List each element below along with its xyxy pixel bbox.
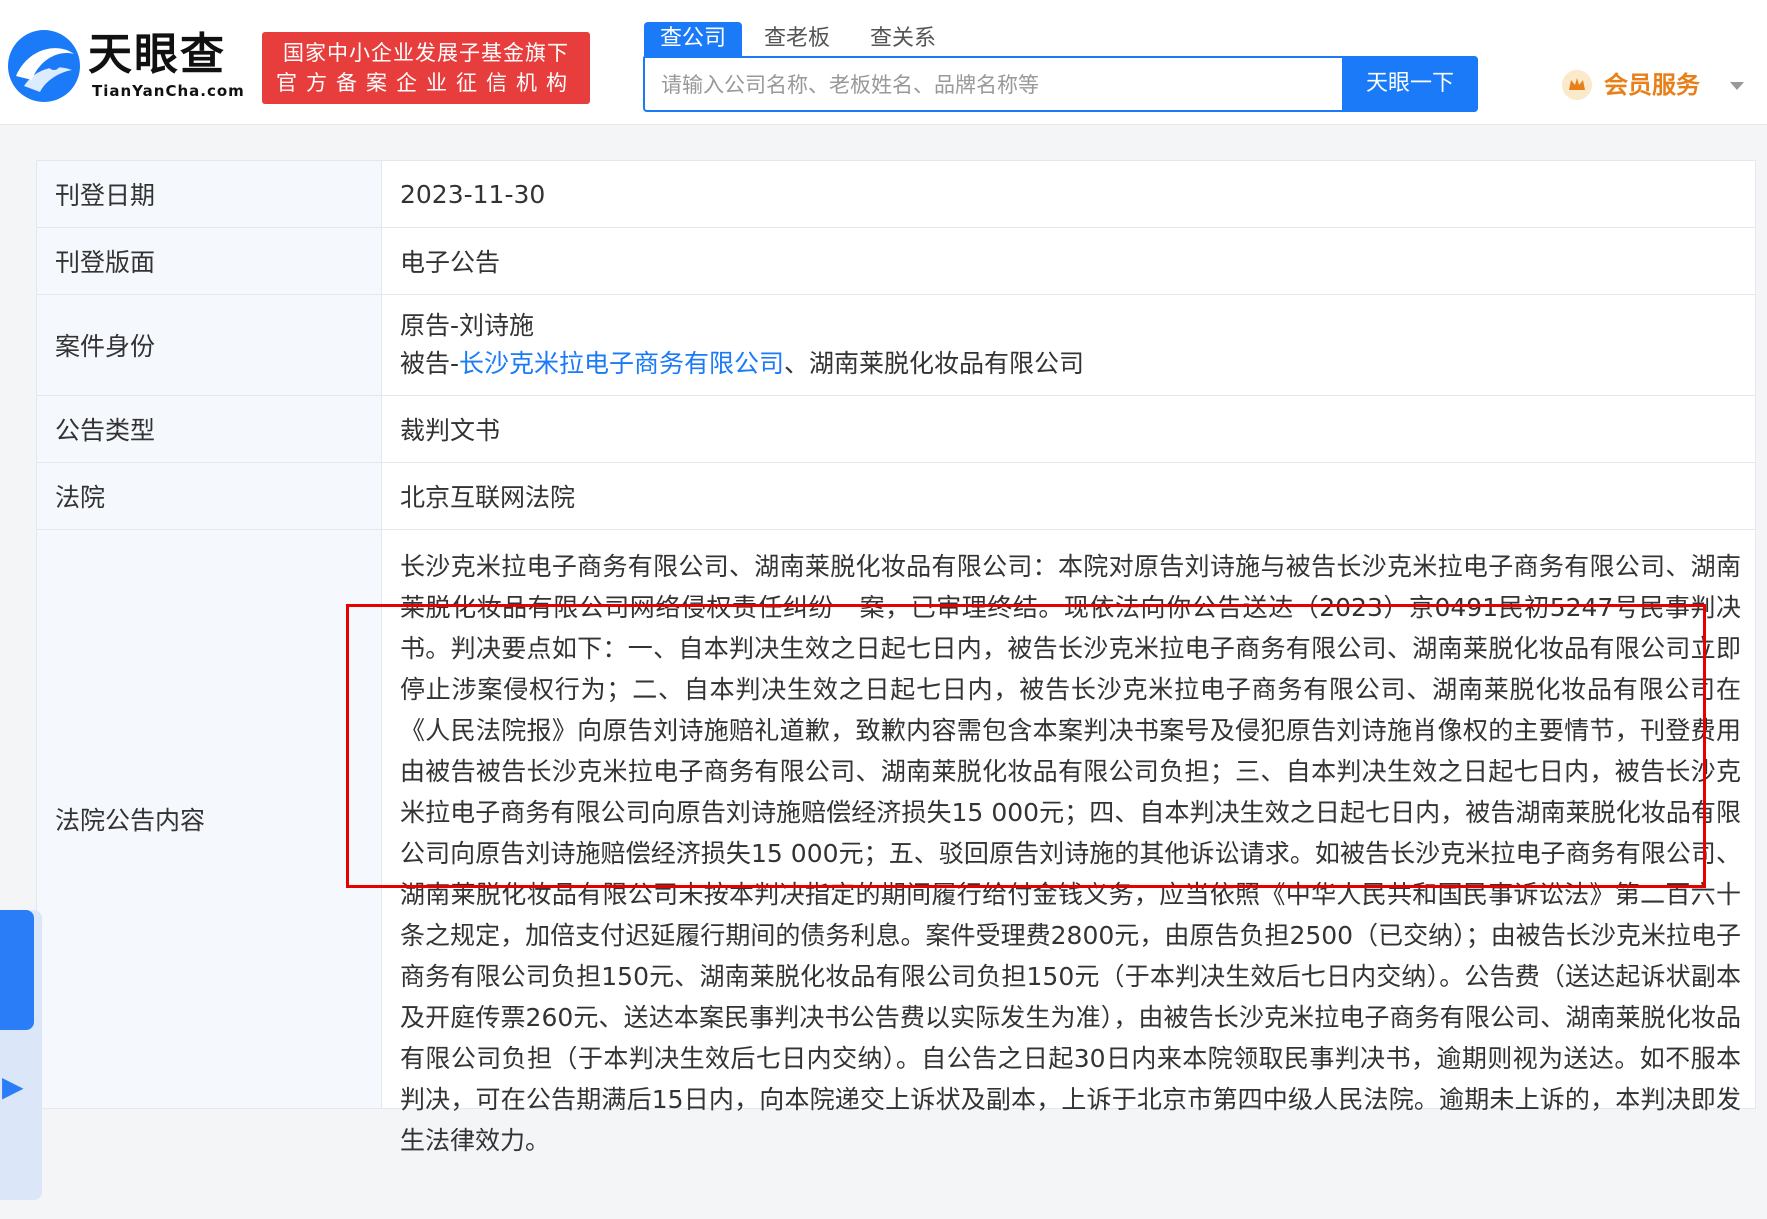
label-notice-type: 公告类型 <box>37 396 382 462</box>
row-case-identity: 案件身份 原告-刘诗施 被告-长沙克米拉电子商务有限公司、湖南莱脱化妆品有限公司 <box>37 295 1755 396</box>
official-badge: 国家中小企业发展子基金旗下 官方备案企业征信机构 <box>262 32 590 104</box>
logo-text: 天眼查 <box>88 29 226 80</box>
tab-relation[interactable]: 查关系 <box>870 22 936 56</box>
chevron-down-icon <box>1730 82 1744 90</box>
value-publish-section: 电子公告 <box>382 228 1755 294</box>
publish-section-text: 电子公告 <box>400 248 501 277</box>
row-court: 法院 北京互联网法院 <box>37 463 1755 530</box>
row-notice-type: 公告类型 裁判文书 <box>37 396 1755 463</box>
label-court: 法院 <box>37 463 382 529</box>
label-case-identity: 案件身份 <box>37 295 382 395</box>
search-input[interactable] <box>659 58 1343 112</box>
value-court: 北京互联网法院 <box>382 463 1755 529</box>
notice-type-text: 裁判文书 <box>400 416 501 445</box>
top-header: 天眼查 TianYanCha.com 国家中小企业发展子基金旗下 官方备案企业征… <box>0 0 1767 125</box>
badge-line-2: 官方备案企业征信机构 <box>276 71 576 95</box>
value-publish-date: 2023-11-30 <box>382 161 1755 227</box>
value-notice-content: 长沙克米拉电子商务有限公司、湖南莱脱化妆品有限公司：本院对原告刘诗施与被告长沙克… <box>382 530 1755 1155</box>
floating-side-widget[interactable]: ▶ <box>0 910 42 1200</box>
search-box: 天眼一下 <box>643 56 1478 112</box>
crown-icon <box>1562 70 1592 100</box>
tianyancha-logo-icon <box>8 30 80 102</box>
defendant-company-link[interactable]: 长沙克米拉电子商务有限公司 <box>459 349 784 378</box>
defendant-prefix: 被告- <box>400 349 460 378</box>
row-notice-content: 法院公告内容 长沙克米拉电子商务有限公司、湖南莱脱化妆品有限公司：本院对原告刘诗… <box>37 530 1755 1155</box>
tab-boss[interactable]: 查老板 <box>764 22 830 56</box>
defendant-rest: 、湖南莱脱化妆品有限公司 <box>784 349 1085 378</box>
notice-content-text: 长沙克米拉电子商务有限公司、湖南莱脱化妆品有限公司：本院对原告刘诗施与被告长沙克… <box>400 552 1741 1155</box>
row-publish-date: 刊登日期 2023-11-30 <box>37 161 1755 228</box>
court-text: 北京互联网法院 <box>400 483 576 512</box>
label-publish-date: 刊登日期 <box>37 161 382 227</box>
defendant-line: 被告-长沙克米拉电子商务有限公司、湖南莱脱化妆品有限公司 <box>400 345 1741 383</box>
notice-detail-table: 刊登日期 2023-11-30 刊登版面 电子公告 案件身份 原告-刘诗施 被告… <box>36 160 1756 1155</box>
search-button[interactable]: 天眼一下 <box>1342 56 1478 112</box>
logo-domain-text: TianYanCha.com <box>92 82 245 100</box>
label-publish-section: 刊登版面 <box>37 228 382 294</box>
row-publish-section: 刊登版面 电子公告 <box>37 228 1755 295</box>
app-download-icon: ▶ <box>2 1070 24 1103</box>
site-logo[interactable]: 天眼查 TianYanCha.com <box>6 28 244 106</box>
badge-line-1: 国家中小企业发展子基金旗下 <box>283 41 569 65</box>
label-notice-content: 法院公告内容 <box>37 530 382 1108</box>
tab-company[interactable]: 查公司 <box>644 22 743 56</box>
vip-label: 会员服务 <box>1604 71 1700 99</box>
side-widget-tab[interactable] <box>0 910 34 1030</box>
publish-date-text: 2023-11-30 <box>400 179 546 209</box>
value-notice-type: 裁判文书 <box>382 396 1755 462</box>
value-case-identity: 原告-刘诗施 被告-长沙克米拉电子商务有限公司、湖南莱脱化妆品有限公司 <box>382 295 1755 395</box>
plaintiff-line: 原告-刘诗施 <box>400 311 535 340</box>
